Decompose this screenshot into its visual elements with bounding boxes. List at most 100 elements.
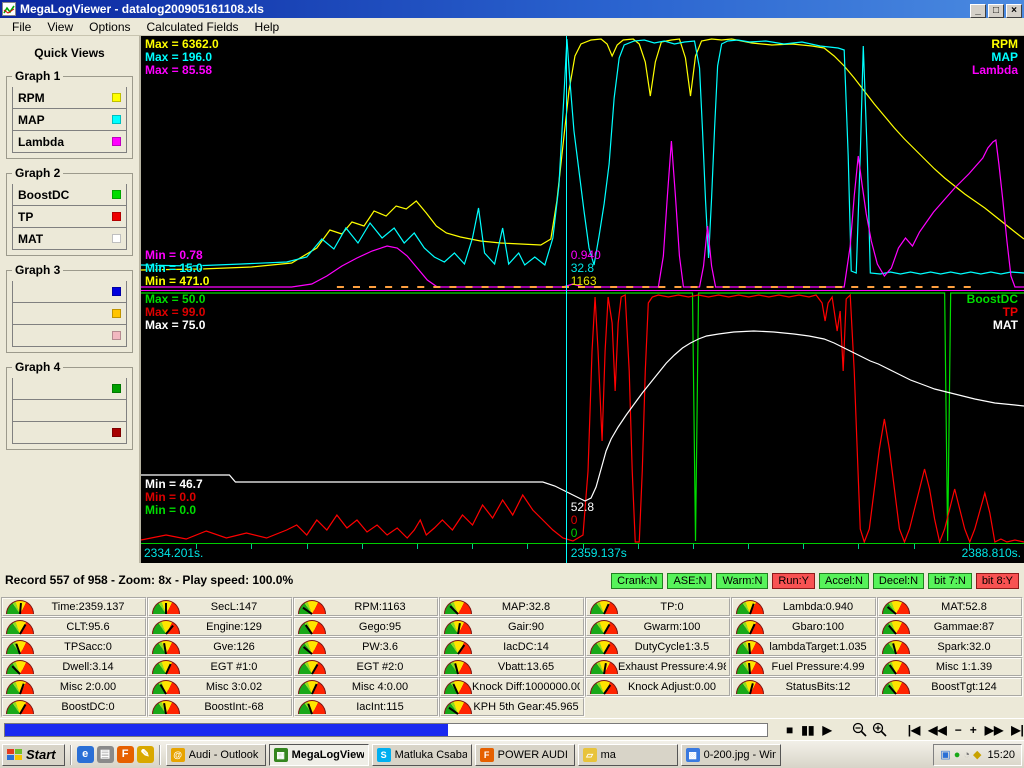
gauge-needle bbox=[454, 663, 459, 675]
skip-end-button[interactable]: ▶| bbox=[1007, 721, 1024, 739]
gauge-needle bbox=[457, 622, 461, 635]
ie-icon[interactable]: e bbox=[76, 746, 94, 763]
taskbar-separator bbox=[69, 744, 72, 765]
gauge-boosttgt: BoostTgt:124 bbox=[877, 677, 1023, 697]
close-button[interactable]: × bbox=[1006, 4, 1022, 18]
gauge-needle bbox=[302, 646, 313, 655]
gauge-needle bbox=[163, 642, 167, 655]
graph-area[interactable]: Max = 6362.0 Max = 196.0 Max = 85.58 Min = … bbox=[141, 36, 1024, 563]
quickview-item[interactable] bbox=[12, 400, 127, 422]
taskbar-separator bbox=[158, 744, 161, 765]
show-desktop-icon[interactable]: ▤ bbox=[96, 746, 114, 763]
gauge-needle bbox=[457, 644, 466, 655]
gauge-value: RPM:1163 bbox=[354, 601, 406, 613]
series-color-chip bbox=[112, 190, 121, 199]
cursor-line[interactable] bbox=[565, 36, 567, 563]
zoom-out-icon[interactable] bbox=[852, 722, 868, 738]
quickview-item-boostdc[interactable]: BoostDC bbox=[12, 184, 127, 206]
gauge-statusbits: StatusBits:12 bbox=[731, 677, 877, 697]
gauge-dial-icon bbox=[736, 680, 764, 695]
cursor-values: 52.8 0 0 bbox=[571, 501, 594, 540]
quickview-item[interactable] bbox=[12, 422, 127, 444]
menu-view[interactable]: View bbox=[39, 19, 81, 35]
step-forward-button[interactable]: + bbox=[966, 721, 981, 739]
trace-map bbox=[141, 38, 1024, 275]
series-color-chip bbox=[112, 287, 121, 296]
menu-options[interactable]: Options bbox=[81, 19, 138, 35]
playback-progress[interactable] bbox=[4, 722, 768, 737]
quickview-item[interactable] bbox=[12, 303, 127, 325]
gauge-fuel-pressure: Fuel Pressure:4.99 bbox=[731, 657, 877, 677]
antivirus-icon[interactable]: ● bbox=[954, 749, 961, 761]
task-button-audi-outlook-e[interactable]: @Audi - Outlook E... bbox=[165, 743, 266, 766]
title-bar[interactable]: MegaLogViewer - datalog200905161108.xls … bbox=[0, 0, 1024, 18]
gauge-value: Time:2359.137 bbox=[51, 601, 125, 613]
group-title: Graph 2 bbox=[12, 166, 64, 180]
task-button-matluka-csaba[interactable]: SMatluka Csaba (... bbox=[371, 743, 472, 766]
zoom-in-icon[interactable] bbox=[872, 722, 888, 738]
min-labels: Min = 0.78 Min = 15.0 Min = 471.0 bbox=[145, 249, 209, 288]
minimize-button[interactable]: _ bbox=[970, 4, 986, 18]
gauge-dial-icon bbox=[882, 620, 910, 635]
task-button-icon: @ bbox=[170, 747, 185, 762]
stop-button[interactable]: ■ bbox=[782, 721, 797, 739]
gauge-empty-cell bbox=[731, 697, 877, 717]
task-button-power-audi-s[interactable]: FPOWER AUDI S... bbox=[474, 743, 575, 766]
quickview-item-lambda[interactable]: Lambda bbox=[12, 131, 127, 153]
firefox-icon[interactable]: F bbox=[116, 746, 134, 763]
update-icon[interactable]: ◆ bbox=[973, 749, 981, 761]
menu-calculated-fields[interactable]: Calculated Fields bbox=[139, 19, 247, 35]
task-button-megalogview[interactable]: ▦MegaLogView... bbox=[268, 743, 369, 766]
gauge-needle bbox=[888, 624, 897, 635]
quickview-item[interactable] bbox=[12, 325, 127, 347]
quickview-item-map[interactable]: MAP bbox=[12, 109, 127, 131]
gauge-needle bbox=[165, 624, 174, 635]
time-end-label: 2388.810s. bbox=[961, 546, 1021, 560]
time-start-label: 2334.201s. bbox=[144, 546, 204, 560]
pen-icon[interactable]: ✎ bbox=[136, 746, 154, 763]
fast-forward-button[interactable]: ▶▶ bbox=[981, 721, 1007, 739]
play-button[interactable]: ▶ bbox=[818, 721, 835, 739]
bottom-plot[interactable]: Max = 50.0 Max = 99.0 Max = 75.0 Min = 46.7… bbox=[141, 291, 1024, 543]
task-button-ma[interactable]: ▱ ma bbox=[577, 743, 678, 766]
gauge-value: BoostInt:-68 bbox=[204, 701, 264, 713]
gauge-value: Misc 4:0.00 bbox=[351, 681, 409, 693]
gauge-value: IacInt:115 bbox=[356, 701, 404, 713]
gauge-value: SecL:147 bbox=[210, 601, 258, 613]
gauge-dial-icon bbox=[298, 680, 326, 695]
scheduler-icon[interactable]: ◔ bbox=[963, 749, 970, 761]
gauge-boostdc: BoostDC:0 bbox=[1, 697, 147, 717]
menu-help[interactable]: Help bbox=[247, 19, 288, 35]
gauge-needle bbox=[311, 663, 319, 675]
gauge-gve: Gve:126 bbox=[147, 637, 293, 657]
gauge-dial-icon bbox=[444, 620, 472, 635]
quickview-item[interactable] bbox=[12, 378, 127, 400]
task-button-0-200-jpg-win[interactable]: ▩0-200.jpg - Win... bbox=[680, 743, 781, 766]
time-axis: 2334.201s. 2359.137s 2388.810s. bbox=[141, 543, 1024, 563]
start-button[interactable]: Start bbox=[2, 743, 65, 766]
gauge-dial-icon bbox=[152, 680, 180, 695]
gauge-needle bbox=[603, 603, 610, 615]
gauge-dial-icon bbox=[152, 640, 180, 655]
gauge-needle bbox=[311, 683, 318, 695]
max-labels-line: Max = 75.0 bbox=[145, 318, 206, 332]
quickview-item-mat[interactable]: MAT bbox=[12, 228, 127, 250]
quickview-item[interactable] bbox=[12, 281, 127, 303]
gauge-dial-icon bbox=[882, 680, 910, 695]
task-button-icon: S bbox=[376, 747, 391, 762]
gauge-pw: PW:3.6 bbox=[293, 637, 439, 657]
gauge-needle bbox=[603, 643, 611, 655]
gauge-needle bbox=[159, 683, 167, 695]
network-icon[interactable]: ▣ bbox=[940, 749, 950, 761]
skip-start-button[interactable]: |◀ bbox=[904, 721, 925, 739]
quickview-item-rpm[interactable]: RPM bbox=[12, 87, 127, 109]
top-plot[interactable]: Max = 6362.0 Max = 196.0 Max = 85.58 Min = … bbox=[141, 36, 1024, 290]
pause-button[interactable]: ▮▮ bbox=[797, 721, 818, 739]
quickview-item-tp[interactable]: TP bbox=[12, 206, 127, 228]
menu-file[interactable]: File bbox=[4, 19, 39, 35]
step-back-button[interactable]: − bbox=[951, 721, 966, 739]
rewind-button[interactable]: ◀◀ bbox=[924, 721, 950, 739]
status-badge-accel-n: Accel:N bbox=[818, 572, 869, 589]
maximize-button[interactable]: □ bbox=[988, 4, 1004, 18]
gauge-iacint: IacInt:115 bbox=[293, 697, 439, 717]
